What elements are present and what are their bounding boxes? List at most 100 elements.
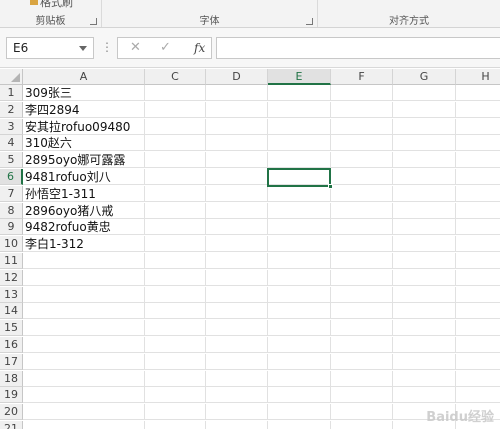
row-header-12[interactable]: 12 xyxy=(0,270,23,286)
cell-e15[interactable] xyxy=(268,320,331,336)
cell-a6[interactable]: 9481rofuo刘八 xyxy=(23,169,145,185)
cell-c17[interactable] xyxy=(145,354,206,370)
cell-d17[interactable] xyxy=(206,354,268,370)
row-header-10[interactable]: 10 xyxy=(0,236,23,252)
cell-h6[interactable] xyxy=(456,169,500,185)
active-cell-selection[interactable] xyxy=(267,168,333,189)
cell-c7[interactable] xyxy=(145,186,206,202)
cell-h15[interactable] xyxy=(456,320,500,336)
cell-h17[interactable] xyxy=(456,354,500,370)
cell-e12[interactable] xyxy=(268,270,331,286)
cell-f10[interactable] xyxy=(331,236,393,252)
cell-e21[interactable] xyxy=(268,421,331,429)
cell-a2[interactable]: 李四2894 xyxy=(23,102,145,118)
cell-a17[interactable] xyxy=(23,354,145,370)
cell-h7[interactable] xyxy=(456,186,500,202)
cell-h2[interactable] xyxy=(456,102,500,118)
row-header-21[interactable]: 21 xyxy=(0,421,23,429)
column-header-h[interactable]: H xyxy=(456,69,500,85)
cell-g4[interactable] xyxy=(393,135,456,151)
cell-c3[interactable] xyxy=(145,119,206,135)
cell-e2[interactable] xyxy=(268,102,331,118)
cell-e13[interactable] xyxy=(268,287,331,303)
cell-f11[interactable] xyxy=(331,253,393,269)
cell-e3[interactable] xyxy=(268,119,331,135)
row-header-13[interactable]: 13 xyxy=(0,287,23,303)
fill-handle[interactable] xyxy=(328,184,333,189)
column-header-d[interactable]: D xyxy=(206,69,268,85)
cell-a14[interactable] xyxy=(23,303,145,319)
cell-c18[interactable] xyxy=(145,371,206,387)
cell-a16[interactable] xyxy=(23,337,145,353)
row-header-7[interactable]: 7 xyxy=(0,186,23,202)
cell-c14[interactable] xyxy=(145,303,206,319)
cell-f9[interactable] xyxy=(331,219,393,235)
cell-f1[interactable] xyxy=(331,85,393,101)
cell-f18[interactable] xyxy=(331,371,393,387)
cell-g10[interactable] xyxy=(393,236,456,252)
cell-c8[interactable] xyxy=(145,203,206,219)
cell-a1[interactable]: 309张三 xyxy=(23,85,145,101)
cell-c2[interactable] xyxy=(145,102,206,118)
cell-f13[interactable] xyxy=(331,287,393,303)
more-options-icon[interactable]: ⋮ xyxy=(101,39,113,55)
cell-g7[interactable] xyxy=(393,186,456,202)
cell-a21[interactable] xyxy=(23,421,145,429)
row-header-9[interactable]: 9 xyxy=(0,219,23,235)
cell-h1[interactable] xyxy=(456,85,500,101)
cell-g8[interactable] xyxy=(393,203,456,219)
cell-c16[interactable] xyxy=(145,337,206,353)
cell-g13[interactable] xyxy=(393,287,456,303)
cell-g14[interactable] xyxy=(393,303,456,319)
cell-f19[interactable] xyxy=(331,387,393,403)
cell-d15[interactable] xyxy=(206,320,268,336)
cell-a18[interactable] xyxy=(23,371,145,387)
cell-e5[interactable] xyxy=(268,152,331,168)
cell-f5[interactable] xyxy=(331,152,393,168)
cell-a11[interactable] xyxy=(23,253,145,269)
cell-e8[interactable] xyxy=(268,203,331,219)
row-header-16[interactable]: 16 xyxy=(0,337,23,353)
cell-e4[interactable] xyxy=(268,135,331,151)
cell-d13[interactable] xyxy=(206,287,268,303)
cell-e16[interactable] xyxy=(268,337,331,353)
cell-d19[interactable] xyxy=(206,387,268,403)
cell-c21[interactable] xyxy=(145,421,206,429)
worksheet-grid[interactable]: A C D E F G H 1 309张三 2 李四2894 3 安其拉rofuo09480 4 310赵六… xyxy=(0,69,500,429)
cell-d3[interactable] xyxy=(206,119,268,135)
row-header-3[interactable]: 3 xyxy=(0,119,23,135)
cell-g16[interactable] xyxy=(393,337,456,353)
cell-f8[interactable] xyxy=(331,203,393,219)
cell-d7[interactable] xyxy=(206,186,268,202)
cell-g17[interactable] xyxy=(393,354,456,370)
column-header-e[interactable]: E xyxy=(268,69,331,85)
cell-c4[interactable] xyxy=(145,135,206,151)
cell-h13[interactable] xyxy=(456,287,500,303)
cell-f4[interactable] xyxy=(331,135,393,151)
cell-g11[interactable] xyxy=(393,253,456,269)
cell-d4[interactable] xyxy=(206,135,268,151)
row-header-4[interactable]: 4 xyxy=(0,135,23,151)
cell-d18[interactable] xyxy=(206,371,268,387)
cell-c6[interactable] xyxy=(145,169,206,185)
cell-d1[interactable] xyxy=(206,85,268,101)
cell-c19[interactable] xyxy=(145,387,206,403)
cell-c11[interactable] xyxy=(145,253,206,269)
cell-d8[interactable] xyxy=(206,203,268,219)
column-header-c[interactable]: C xyxy=(145,69,206,85)
cell-g2[interactable] xyxy=(393,102,456,118)
cell-d9[interactable] xyxy=(206,219,268,235)
cell-f21[interactable] xyxy=(331,421,393,429)
row-header-15[interactable]: 15 xyxy=(0,320,23,336)
font-dialog-launcher-icon[interactable] xyxy=(306,18,313,25)
cell-f6[interactable] xyxy=(331,169,393,185)
cell-c5[interactable] xyxy=(145,152,206,168)
cell-h16[interactable] xyxy=(456,337,500,353)
cell-a13[interactable] xyxy=(23,287,145,303)
cell-e17[interactable] xyxy=(268,354,331,370)
cell-d12[interactable] xyxy=(206,270,268,286)
cell-g5[interactable] xyxy=(393,152,456,168)
cell-c9[interactable] xyxy=(145,219,206,235)
cell-f17[interactable] xyxy=(331,354,393,370)
cell-f2[interactable] xyxy=(331,102,393,118)
